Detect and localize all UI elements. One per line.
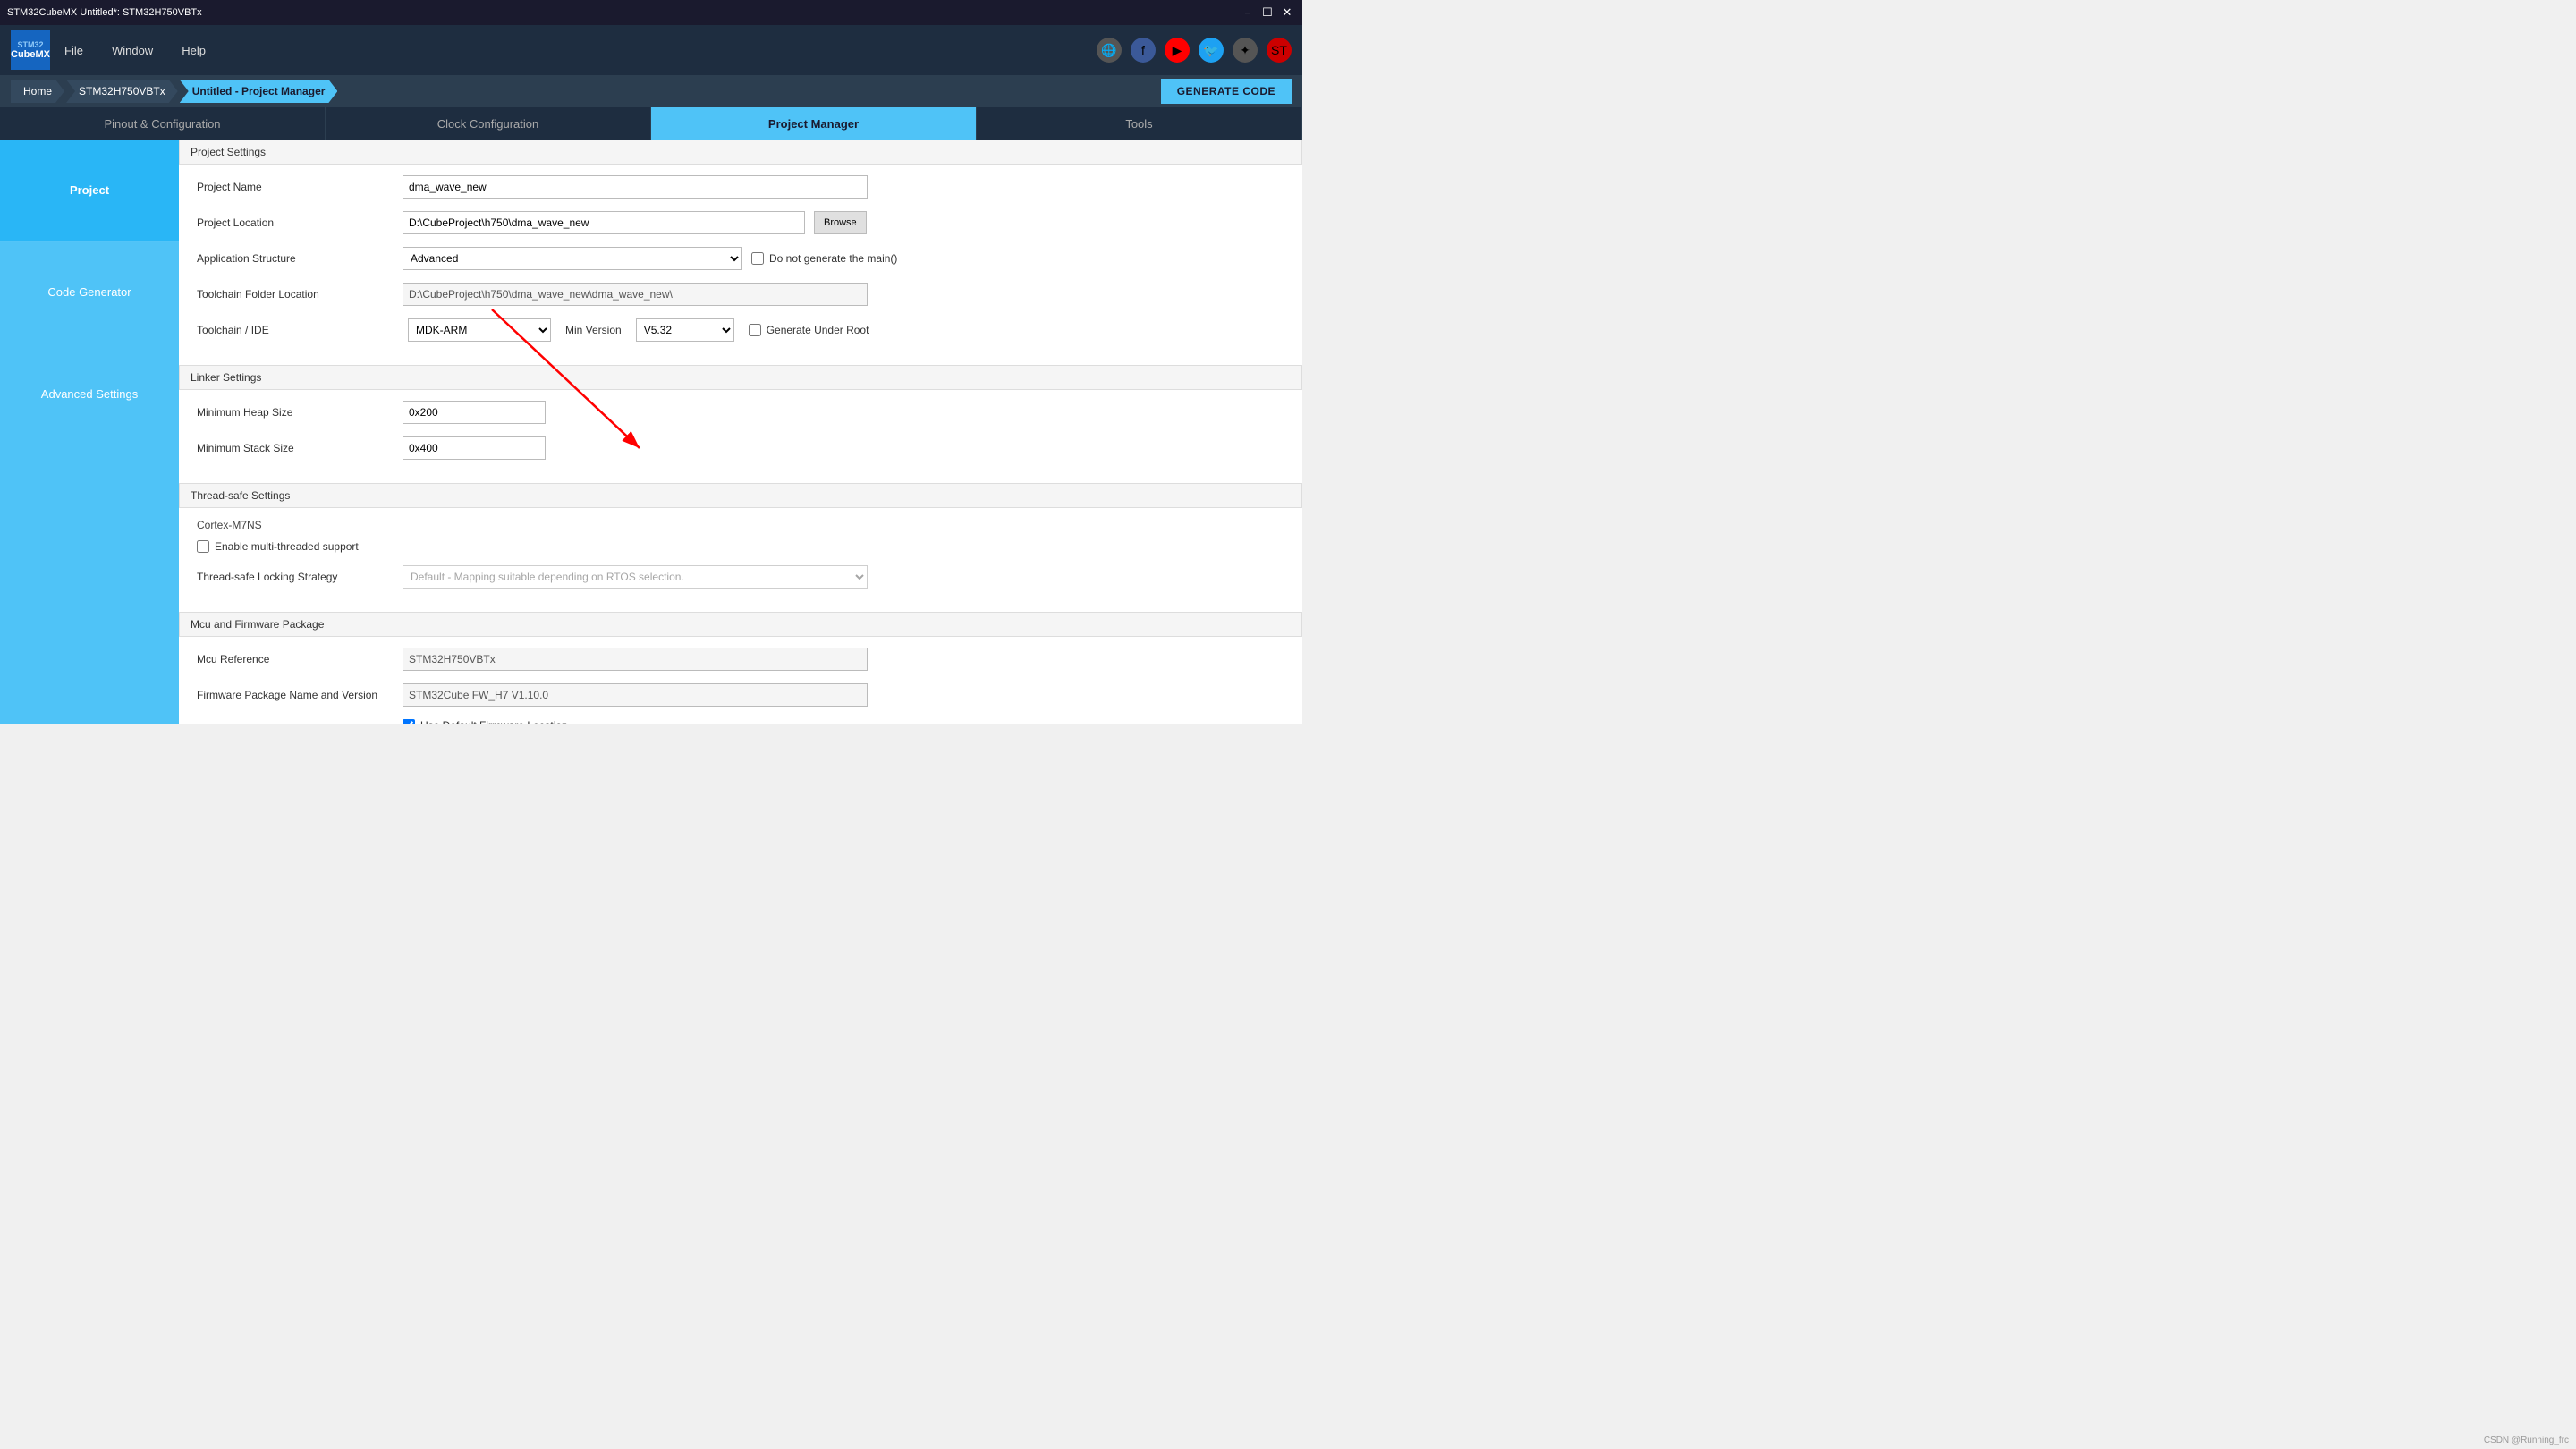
project-settings-section-header: Project Settings	[179, 140, 1302, 165]
tab-clock[interactable]: Clock Configuration	[326, 107, 651, 140]
logo-top: STM32	[17, 40, 43, 49]
title-bar-controls[interactable]: − ☐ ✕	[1240, 4, 1295, 21]
header-icons: 🌐 f ▶ 🐦 ✦ ST	[1097, 38, 1292, 63]
generate-code-button[interactable]: GENERATE CODE	[1161, 79, 1292, 104]
linker-settings-section-header: Linker Settings	[179, 365, 1302, 390]
cortex-label: Cortex-M7NS	[197, 519, 1284, 531]
min-stack-row: Minimum Stack Size	[197, 436, 1284, 460]
facebook-icon[interactable]: f	[1131, 38, 1156, 63]
enable-multithreaded-checkbox[interactable]	[197, 540, 209, 553]
app-structure-select[interactable]: Advanced Basic	[402, 247, 742, 270]
mcu-reference-label: Mcu Reference	[197, 653, 394, 665]
min-heap-input[interactable]	[402, 401, 546, 424]
logo: STM32 CubeMX	[11, 30, 50, 70]
min-stack-input[interactable]	[402, 436, 546, 460]
title-bar-left: STM32CubeMX Untitled*: STM32H750VBTx	[7, 7, 202, 18]
project-location-row: Project Location Browse	[197, 211, 1284, 234]
nav-help[interactable]: Help	[182, 44, 206, 57]
project-location-input[interactable]	[402, 211, 805, 234]
breadcrumb-project-manager[interactable]: Untitled - Project Manager	[180, 80, 338, 103]
toolchain-folder-label: Toolchain Folder Location	[197, 288, 394, 301]
main-layout: Project Code Generator Advanced Settings	[0, 140, 1302, 724]
breadcrumb-mcu[interactable]: STM32H750VBTx	[66, 80, 178, 103]
min-heap-row: Minimum Heap Size	[197, 401, 1284, 424]
mcu-firmware-body: Mcu Reference Firmware Package Name and …	[179, 637, 1302, 724]
enable-multithreaded-row: Enable multi-threaded support	[197, 540, 1284, 553]
network-icon[interactable]: ✦	[1233, 38, 1258, 63]
restore-button[interactable]: ☐	[1259, 4, 1275, 21]
do-not-generate-checkbox[interactable]	[751, 252, 764, 265]
toolchain-folder-input[interactable]	[402, 283, 868, 306]
project-settings-body: Project Name Project Location Browse App…	[179, 165, 1302, 365]
mcu-reference-input[interactable]	[402, 648, 868, 671]
project-location-label: Project Location	[197, 216, 394, 229]
generate-under-root-label: Generate Under Root	[749, 324, 869, 336]
twitter-icon[interactable]: 🐦	[1199, 38, 1224, 63]
project-name-row: Project Name	[197, 175, 1284, 199]
project-name-label: Project Name	[197, 181, 394, 193]
firmware-name-label: Firmware Package Name and Version	[197, 689, 394, 701]
use-default-fw-row: Use Default Firmware Location	[197, 719, 1284, 724]
content-area: Project Settings Project Name Project Lo…	[179, 140, 1302, 724]
tab-project-manager[interactable]: Project Manager	[651, 107, 977, 140]
tab-bar: Pinout & Configuration Clock Configurati…	[0, 107, 1302, 140]
header-left: STM32 CubeMX File Window Help	[11, 30, 206, 70]
mcu-firmware-section-header: Mcu and Firmware Package	[179, 612, 1302, 637]
breadcrumb-home[interactable]: Home	[11, 80, 64, 103]
thread-locking-select[interactable]: Default - Mapping suitable depending on …	[402, 565, 868, 589]
close-button[interactable]: ✕	[1279, 4, 1295, 21]
nav-window[interactable]: Window	[112, 44, 153, 57]
header: STM32 CubeMX File Window Help 🌐 f ▶ 🐦 ✦ …	[0, 25, 1302, 75]
nav-menu: File Window Help	[64, 44, 206, 57]
sidebar: Project Code Generator Advanced Settings	[0, 140, 179, 724]
mcu-reference-row: Mcu Reference	[197, 648, 1284, 671]
sidebar-item-project[interactable]: Project	[0, 140, 179, 242]
youtube-icon[interactable]: ▶	[1165, 38, 1190, 63]
logo-bottom: CubeMX	[11, 49, 50, 60]
app-structure-label: Application Structure	[197, 252, 394, 265]
project-name-input[interactable]	[402, 175, 868, 199]
nav-file[interactable]: File	[64, 44, 83, 57]
min-heap-label: Minimum Heap Size	[197, 406, 394, 419]
tab-tools[interactable]: Tools	[977, 107, 1302, 140]
title-bar: STM32CubeMX Untitled*: STM32H750VBTx − ☐…	[0, 0, 1302, 25]
linker-settings-body: Minimum Heap Size Minimum Stack Size	[179, 390, 1302, 483]
thread-locking-row: Thread-safe Locking Strategy Default - M…	[197, 565, 1284, 589]
app-structure-row: Application Structure Advanced Basic Do …	[197, 247, 1284, 270]
min-version-select[interactable]: V5.32 V5.36	[636, 318, 734, 342]
app-title: STM32CubeMX Untitled*: STM32H750VBTx	[7, 7, 202, 18]
sidebar-item-code-generator[interactable]: Code Generator	[0, 242, 179, 343]
firmware-name-row: Firmware Package Name and Version	[197, 683, 1284, 707]
toolchain-folder-row: Toolchain Folder Location	[197, 283, 1284, 306]
generate-under-root-checkbox[interactable]	[749, 324, 761, 336]
sidebar-item-advanced-settings[interactable]: Advanced Settings	[0, 343, 179, 445]
thread-locking-label: Thread-safe Locking Strategy	[197, 571, 394, 583]
use-default-fw-label: Use Default Firmware Location	[402, 719, 568, 724]
breadcrumb: Home STM32H750VBTx Untitled - Project Ma…	[0, 75, 1302, 107]
enable-multithreaded-label: Enable multi-threaded support	[197, 540, 359, 553]
toolchain-ide-row: Toolchain / IDE MDK-ARM EWARM STM32CubeI…	[197, 318, 1284, 342]
do-not-generate-checkbox-label: Do not generate the main()	[751, 252, 897, 265]
min-stack-label: Minimum Stack Size	[197, 442, 394, 454]
minimize-button[interactable]: −	[1240, 4, 1256, 21]
globe-icon[interactable]: 🌐	[1097, 38, 1122, 63]
toolchain-ide-select[interactable]: MDK-ARM EWARM STM32CubeIDE Makefile	[408, 318, 551, 342]
st-icon[interactable]: ST	[1267, 38, 1292, 63]
firmware-name-input[interactable]	[402, 683, 868, 707]
browse-location-button[interactable]: Browse	[814, 211, 867, 234]
thread-safe-section-header: Thread-safe Settings	[179, 483, 1302, 508]
tab-pinout[interactable]: Pinout & Configuration	[0, 107, 326, 140]
toolchain-ide-label: Toolchain / IDE	[197, 324, 394, 336]
use-default-fw-checkbox[interactable]	[402, 719, 415, 724]
thread-safe-body: Cortex-M7NS Enable multi-threaded suppor…	[179, 508, 1302, 612]
min-version-label: Min Version	[565, 324, 622, 336]
